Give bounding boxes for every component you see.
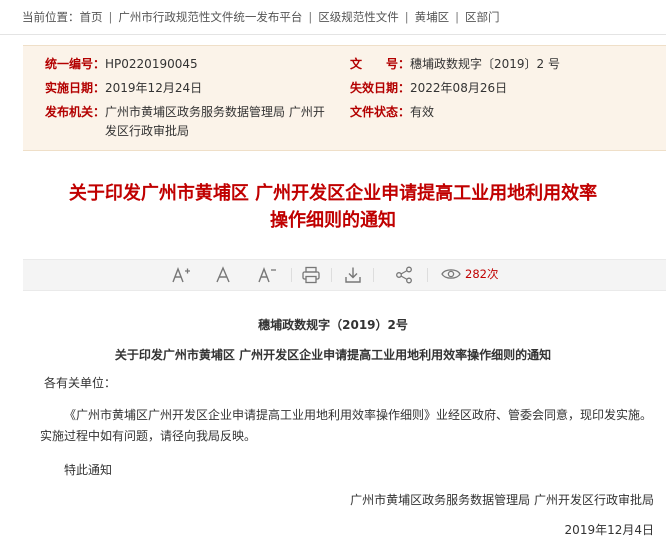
print-icon[interactable] <box>301 266 321 284</box>
breadcrumb-district-docs-link[interactable]: 区级规范性文件 <box>318 9 399 25</box>
breadcrumb: 当前位置： 首页 | 广州市行政规范性文件统一发布平台 | 区级规范性文件 | … <box>0 0 666 35</box>
document-title: 关于印发广州市黄埔区 广州开发区企业申请提高工业用地利用效率操作细则的通知 <box>114 348 552 362</box>
salutation: 各有关单位： <box>44 376 117 390</box>
meta-status: 文件状态： 有效 <box>350 103 434 122</box>
meta-unified-number-value: HP0220190045 <box>105 57 198 71</box>
closing: 特此通知 <box>64 463 113 477</box>
meta-expiry-date-label: 失效日期： <box>350 81 411 95</box>
font-default-icon[interactable] <box>213 266 233 284</box>
meta-unified-number: 统一编号： HP0220190045 <box>45 55 198 74</box>
font-increase-icon[interactable] <box>171 266 191 284</box>
document-date: 2019年12月4日 <box>564 523 654 537</box>
signature: 广州市黄埔区政务服务数据管理局 广州开发区行政审批局 <box>350 493 654 507</box>
toolbar-divider <box>373 268 374 282</box>
meta-issuer: 发布机关： 广州市黄埔区政务服务数据管理局 广州开发区行政审批局 <box>45 103 345 141</box>
meta-issuer-value: 广州市黄埔区政务服务数据管理局 广州开发区行政审批局 <box>105 105 325 138</box>
download-icon[interactable] <box>343 266 363 284</box>
document-number: 穗埔政数规字（2019）2号 <box>258 318 408 332</box>
breadcrumb-prefix: 当前位置： <box>22 10 80 24</box>
meta-document-number-value: 穗埔政数规字〔2019〕2 号 <box>410 57 561 71</box>
document-metadata: 统一编号： HP0220190045 文 号： 穗埔政数规字〔2019〕2 号 … <box>23 45 666 151</box>
meta-effective-date-value: 2019年12月24日 <box>105 81 203 95</box>
meta-status-label: 文件状态： <box>350 105 411 119</box>
meta-effective-date-label: 实施日期： <box>45 81 106 95</box>
breadcrumb-separator: | <box>404 10 409 24</box>
breadcrumb-platform-link[interactable]: 广州市行政规范性文件统一发布平台 <box>118 9 302 25</box>
view-count-value: 282次 <box>465 267 499 281</box>
font-decrease-icon[interactable] <box>257 266 277 284</box>
toolbar-divider <box>291 268 292 282</box>
meta-unified-number-label: 统一编号： <box>45 57 106 71</box>
meta-document-number: 文 号： 穗埔政数规字〔2019〕2 号 <box>350 55 560 74</box>
meta-expiry-date-value: 2022年08月26日 <box>410 81 508 95</box>
meta-status-value: 有效 <box>410 105 435 119</box>
toolbar-divider <box>331 268 332 282</box>
meta-issuer-label: 发布机关： <box>45 105 106 119</box>
breadcrumb-huangpu-link[interactable]: 黄埔区 <box>415 9 450 25</box>
page-title-line-1: 关于印发广州市黄埔区 广州开发区企业申请提高工业用地利用效率 <box>68 183 598 204</box>
body-paragraph: 《广州市黄埔区广州开发区企业申请提高工业用地利用效率操作细则》业经区政府、管委会… <box>40 408 653 443</box>
article-toolbar: 282次 <box>23 259 666 291</box>
toolbar-divider <box>427 268 428 282</box>
breadcrumb-separator: | <box>108 10 113 24</box>
meta-expiry-date: 失效日期： 2022年08月26日 <box>350 79 507 98</box>
breadcrumb-home-link[interactable]: 首页 <box>80 9 103 25</box>
meta-document-number-label: 文 号： <box>350 57 411 71</box>
breadcrumb-separator: | <box>308 10 313 24</box>
breadcrumb-departments-link[interactable]: 区部门 <box>465 9 500 25</box>
meta-effective-date: 实施日期： 2019年12月24日 <box>45 79 202 98</box>
share-icon[interactable] <box>394 266 414 284</box>
eye-icon <box>441 269 461 279</box>
breadcrumb-separator: | <box>455 10 459 24</box>
page-title-line-2: 操作细则的通知 <box>270 210 396 231</box>
page-title: 关于印发广州市黄埔区 广州开发区企业申请提高工业用地利用效率 操作细则的通知 <box>0 180 666 234</box>
view-count: 282次 <box>441 266 498 282</box>
